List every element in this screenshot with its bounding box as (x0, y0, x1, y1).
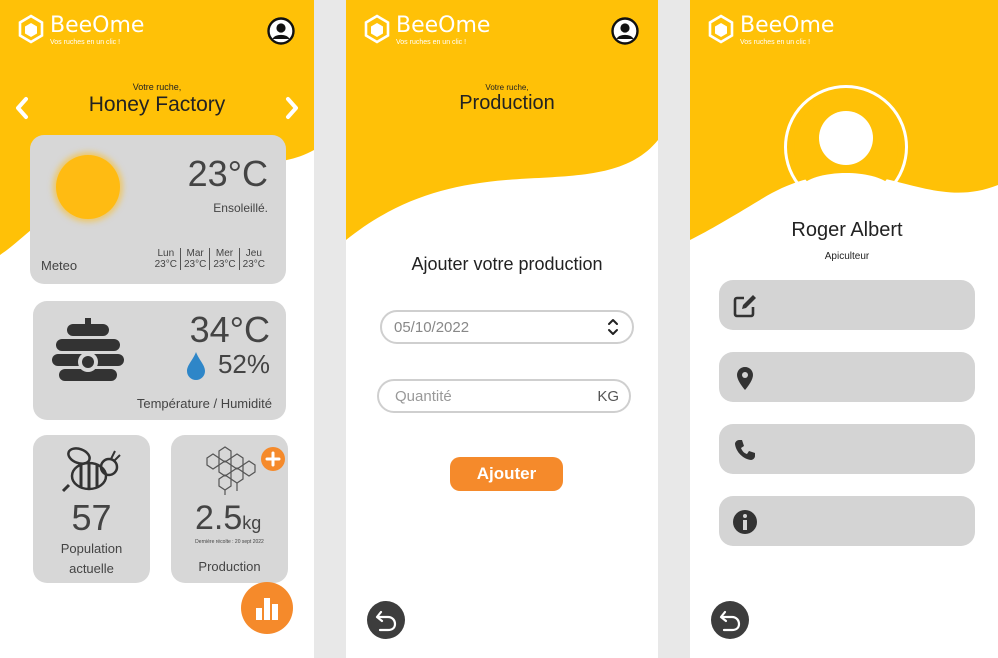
hive-label: Votre ruche, (485, 83, 529, 92)
chevron-right-icon[interactable] (284, 96, 300, 120)
page-title: Production (459, 92, 555, 114)
hexagon-logo-icon (364, 14, 390, 44)
forecast-day: Jeu 23°C (240, 248, 268, 270)
add-production-button[interactable] (261, 447, 285, 471)
weather-label: Meteo (41, 258, 78, 273)
quantity-field[interactable]: Quantité KG (377, 379, 631, 413)
population-value: 57 (71, 497, 112, 538)
forecast-day-name: Lun (157, 248, 175, 259)
date-picker[interactable]: 05/10/2022 (380, 310, 634, 344)
production-screen: BeeOme Vos ruches en un clic ! Votre ruc… (346, 0, 658, 658)
weather-condition: Ensoleillé. (213, 201, 268, 215)
profile-avatar[interactable] (784, 85, 908, 209)
profile-name: Roger Albert (791, 219, 903, 241)
hexagon-logo-icon (708, 14, 734, 44)
undo-arrow-icon (719, 610, 741, 632)
hive-humidity: 52% (217, 349, 270, 379)
forecast-day-temp: 23°C (242, 259, 265, 270)
production-value: 2.5kg (195, 499, 261, 538)
info-icon (733, 510, 757, 534)
production-label: Production (198, 559, 261, 574)
brand-tagline: Vos ruches en un clic ! (50, 39, 121, 46)
quantity-placeholder: Quantité (395, 388, 452, 405)
population-card[interactable]: 57 Population actuelle (33, 435, 150, 583)
hive-temperature: 34°C (189, 309, 270, 350)
up-down-chevron-icon[interactable] (606, 316, 620, 338)
forecast-day-name: Jeu (245, 248, 262, 259)
water-drop-icon (187, 352, 205, 380)
location-row[interactable] (719, 352, 975, 402)
forecast-day-temp: 23°C (183, 259, 207, 270)
hexagon-logo-icon (18, 14, 44, 44)
profile-role: Apiculteur (824, 251, 870, 262)
forecast-day-temp: 23°C (213, 259, 236, 270)
brand-tagline: Vos ruches en un clic ! (740, 39, 811, 46)
honeycomb-icon (206, 446, 256, 495)
bee-icon (61, 447, 121, 493)
user-silhouette-icon (794, 95, 898, 206)
phone-icon (735, 440, 755, 460)
brand-name: BeeOme (396, 13, 491, 38)
population-label-line1: Population (60, 541, 123, 556)
last-harvest-date: Dernière récolte : 20 sept 2022 (195, 539, 264, 545)
edit-profile-row[interactable] (719, 280, 975, 330)
statistics-button[interactable] (241, 582, 293, 634)
back-button[interactable] (711, 601, 749, 639)
forecast-day-name: Mer (215, 248, 234, 259)
brand-logo: BeeOme Vos ruches en un clic ! (708, 14, 834, 47)
weather-card[interactable]: 23°C Ensoleillé. Meteo Lun 23°C Mar 23°C… (30, 135, 286, 284)
profile-screen: BeeOme Vos ruches en un clic ! Roger Alb… (690, 0, 998, 658)
hive-climate-card[interactable]: 34°C 52% Température / Humidité (33, 301, 286, 420)
hive-label: Votre ruche, (132, 82, 182, 92)
production-card[interactable]: 2.5kg Dernière récolte : 20 sept 2022 Pr… (171, 435, 288, 583)
edit-icon (733, 295, 756, 318)
bar-chart-icon (256, 598, 278, 620)
forecast-row: Lun 23°C Mar 23°C Mer 23°C Jeu 23°C (152, 248, 268, 270)
add-production-heading: Ajouter votre production (411, 254, 603, 274)
chevron-left-icon[interactable] (14, 96, 30, 120)
forecast-day: Mer 23°C (210, 248, 240, 270)
user-account-icon[interactable] (611, 17, 639, 45)
quantity-unit: KG (597, 388, 619, 405)
brand-logo: BeeOme Vos ruches en un clic ! (18, 14, 144, 47)
forecast-day-temp: 23°C (154, 259, 177, 270)
plus-icon (265, 451, 281, 467)
brand-logo: BeeOme Vos ruches en un clic ! (364, 14, 490, 47)
user-account-icon[interactable] (267, 17, 295, 45)
brand-tagline: Vos ruches en un clic ! (396, 39, 467, 46)
date-value: 05/10/2022 (394, 319, 470, 336)
forecast-day-name: Mar (186, 248, 204, 259)
add-production-submit-button[interactable]: Ajouter (450, 457, 563, 491)
undo-arrow-icon (375, 610, 397, 632)
hive-name: Honey Factory (88, 93, 226, 116)
sun-icon (56, 155, 120, 219)
info-row[interactable] (719, 496, 975, 546)
beehive-icon (52, 318, 124, 381)
population-label-line2: actuelle (69, 561, 114, 576)
forecast-day: Mar 23°C (181, 248, 211, 270)
production-unit: kg (242, 513, 262, 533)
weather-temperature: 23°C (187, 153, 268, 194)
back-button[interactable] (367, 601, 405, 639)
brand-name: BeeOme (740, 13, 835, 38)
hive-climate-label: Température / Humidité (136, 396, 272, 411)
phone-row[interactable] (719, 424, 975, 474)
brand-name: BeeOme (50, 13, 145, 38)
location-pin-icon (737, 367, 753, 390)
forecast-day: Lun 23°C (152, 248, 181, 270)
production-amount: 2.5 (195, 499, 243, 537)
dashboard-screen: BeeOme Vos ruches en un clic ! Votre ruc… (0, 0, 314, 658)
